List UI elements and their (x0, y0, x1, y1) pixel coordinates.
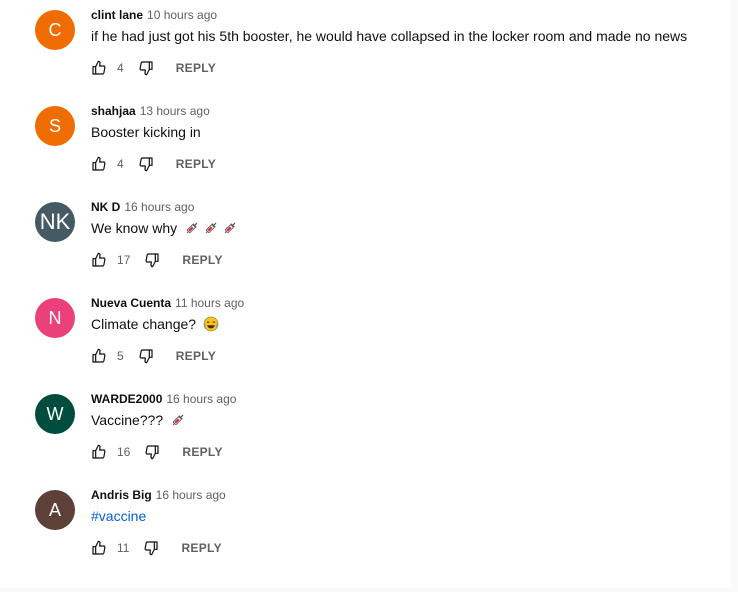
comment-text: if he had just got his 5th booster, he w… (91, 28, 687, 44)
comment-item: NK NK D 16 hours ago We know why 17 REPLY (0, 192, 731, 288)
comment-actions: 4 REPLY (91, 58, 216, 78)
syringe-emoji (205, 222, 217, 234)
author-name[interactable]: NK D (91, 200, 120, 214)
comment-body: if he had just got his 5th booster, he w… (91, 28, 688, 44)
face-with-tears-of-joy-emoji (203, 316, 219, 332)
comment-item: S shahjaa 13 hours ago Booster kicking in… (0, 96, 731, 192)
comments-panel: C clint lane 10 hours ago if he had just … (0, 0, 731, 588)
dislike-button[interactable] (138, 60, 154, 76)
comment-header: Nueva Cuenta 11 hours ago (91, 296, 244, 310)
comment-header: clint lane 10 hours ago (91, 8, 217, 22)
thumbs-up-icon (92, 348, 106, 363)
reply-button[interactable]: REPLY (181, 541, 221, 555)
comment-body: We know why (91, 220, 178, 236)
like-button[interactable] (91, 540, 107, 556)
like-count: 5 (117, 349, 124, 363)
author-name[interactable]: shahjaa (91, 104, 136, 118)
dislike-button[interactable] (138, 156, 154, 172)
comment-item: N Nueva Cuenta 11 hours ago Climate chang… (0, 288, 731, 384)
hashtag-link[interactable]: #vaccine (91, 508, 146, 524)
dislike-button[interactable] (138, 348, 154, 364)
avatar[interactable]: W (35, 394, 75, 434)
comment-text: #vaccine (91, 508, 146, 524)
timestamp[interactable]: 11 hours ago (175, 296, 244, 310)
comment-item: C clint lane 10 hours ago if he had just … (0, 0, 731, 96)
thumbs-down-icon (139, 157, 153, 172)
like-count: 11 (117, 541, 130, 555)
thumbs-up-icon (92, 252, 106, 267)
comment-item: A Andris Big 16 hours ago #vaccine 11 REP… (0, 480, 731, 576)
comment-body: Booster kicking in (91, 124, 201, 140)
reply-button[interactable]: REPLY (182, 445, 222, 459)
comment-body: Climate change? (91, 316, 197, 332)
comment-text: Vaccine??? (91, 412, 186, 428)
comment-text: Booster kicking in (91, 124, 201, 140)
thumbs-up-icon (92, 540, 106, 555)
comment-actions: 17 REPLY (91, 250, 223, 270)
like-count: 16 (117, 445, 131, 459)
avatar[interactable]: C (35, 10, 75, 50)
comment-actions: 4 REPLY (91, 154, 216, 174)
avatar[interactable]: S (35, 106, 75, 146)
like-button[interactable] (91, 348, 107, 364)
thumbs-down-icon (144, 541, 159, 556)
syringe-emoji (224, 222, 236, 234)
comment-text: We know why (91, 220, 238, 236)
syringe-emoji (186, 222, 198, 234)
comment-header: WARDE2000 16 hours ago (91, 392, 236, 406)
author-name[interactable]: clint lane (91, 8, 143, 22)
like-button[interactable] (91, 60, 107, 76)
comment-actions: 11 REPLY (91, 538, 222, 558)
avatar[interactable]: A (35, 490, 75, 530)
thumbs-up-icon (92, 60, 106, 75)
like-count: 4 (117, 61, 124, 75)
author-name[interactable]: Andris Big (91, 488, 152, 502)
thumbs-down-icon (145, 253, 159, 268)
comment-item: W WARDE2000 16 hours ago Vaccine??? 16 RE… (0, 384, 731, 480)
thumbs-up-icon (92, 444, 106, 459)
comment-actions: 5 REPLY (91, 346, 216, 366)
reply-button[interactable]: REPLY (176, 61, 216, 75)
comment-text: Climate change? (91, 316, 219, 332)
thumbs-down-icon (145, 445, 159, 460)
thumbs-down-icon (139, 349, 153, 364)
comment-body: Vaccine??? (91, 412, 164, 428)
thumbs-up-icon (92, 156, 106, 171)
comment-header: NK D 16 hours ago (91, 200, 194, 214)
timestamp[interactable]: 16 hours ago (166, 392, 236, 406)
timestamp[interactable]: 10 hours ago (147, 8, 217, 22)
like-button[interactable] (91, 444, 107, 460)
comment-actions: 16 REPLY (91, 442, 223, 462)
avatar[interactable]: NK (35, 202, 75, 242)
avatar[interactable]: N (35, 298, 75, 338)
timestamp[interactable]: 16 hours ago (124, 200, 194, 214)
comment-header: shahjaa 13 hours ago (91, 104, 210, 118)
timestamp[interactable]: 16 hours ago (156, 488, 226, 502)
syringe-emoji (172, 414, 184, 426)
author-name[interactable]: Nueva Cuenta (91, 296, 171, 310)
comment-header: Andris Big 16 hours ago (91, 488, 226, 502)
reply-button[interactable]: REPLY (176, 349, 216, 363)
like-count: 17 (117, 253, 131, 267)
timestamp[interactable]: 13 hours ago (140, 104, 210, 118)
like-button[interactable] (91, 156, 107, 172)
dislike-button[interactable] (144, 444, 160, 460)
reply-button[interactable]: REPLY (182, 253, 222, 267)
dislike-button[interactable] (144, 252, 160, 268)
dislike-button[interactable] (143, 540, 159, 556)
like-button[interactable] (91, 252, 107, 268)
like-count: 4 (117, 157, 124, 171)
thumbs-down-icon (139, 61, 153, 76)
reply-button[interactable]: REPLY (176, 157, 216, 171)
author-name[interactable]: WARDE2000 (91, 392, 162, 406)
